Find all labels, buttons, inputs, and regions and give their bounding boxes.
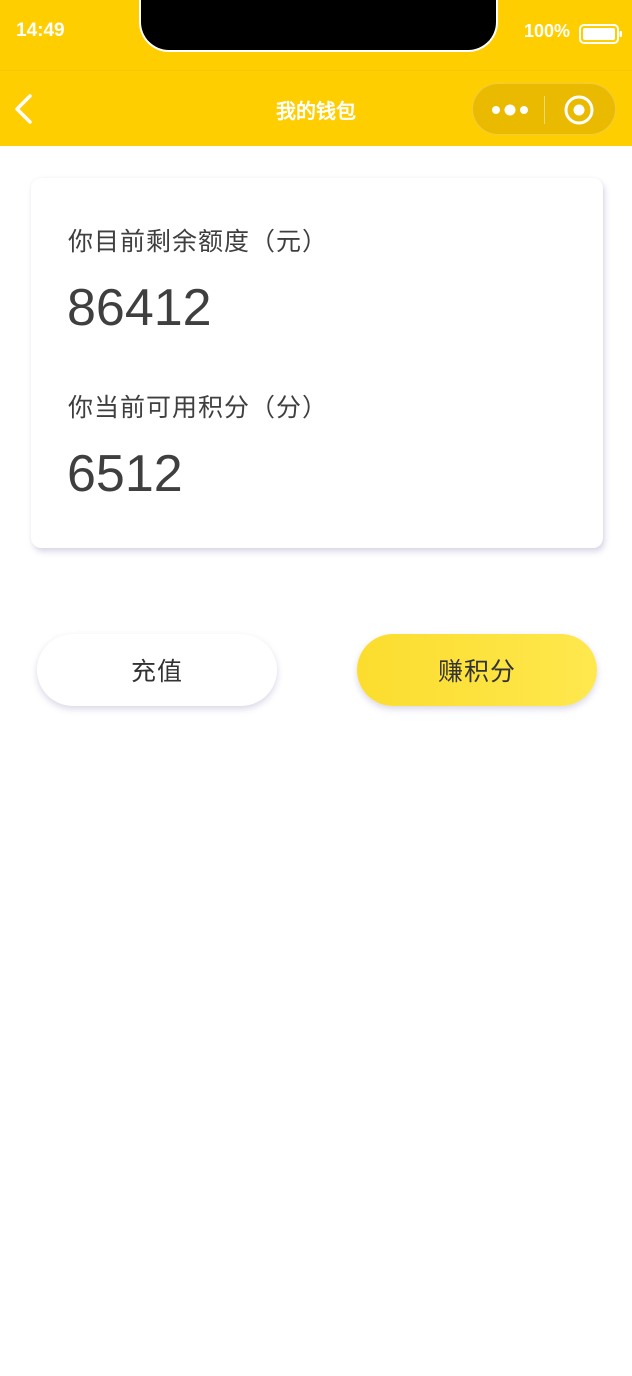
recharge-button[interactable]: 充值 <box>37 634 277 706</box>
points-value: 6512 <box>67 445 183 503</box>
points-label: 你当前可用积分（分） <box>68 393 329 422</box>
balance-label: 你目前剩余额度（元） <box>68 227 329 256</box>
navigation-bar: 我的钱包 <box>0 70 632 146</box>
device-notch <box>139 0 498 52</box>
status-bar: 14:49 100% <box>0 0 632 70</box>
battery-icon <box>579 24 622 44</box>
target-circle-icon[interactable] <box>563 94 595 126</box>
balance-value: 86412 <box>67 279 212 337</box>
more-dots-icon[interactable] <box>489 98 531 122</box>
wallet-card: 你目前剩余额度（元） 86412 你当前可用积分（分） 6512 <box>31 178 603 548</box>
battery-percentage: 100% <box>523 21 570 41</box>
earn-points-button[interactable]: 赚积分 <box>357 634 597 706</box>
capsule-divider <box>544 96 545 124</box>
status-time: 14:49 <box>16 20 65 41</box>
mini-program-capsule <box>472 83 616 135</box>
